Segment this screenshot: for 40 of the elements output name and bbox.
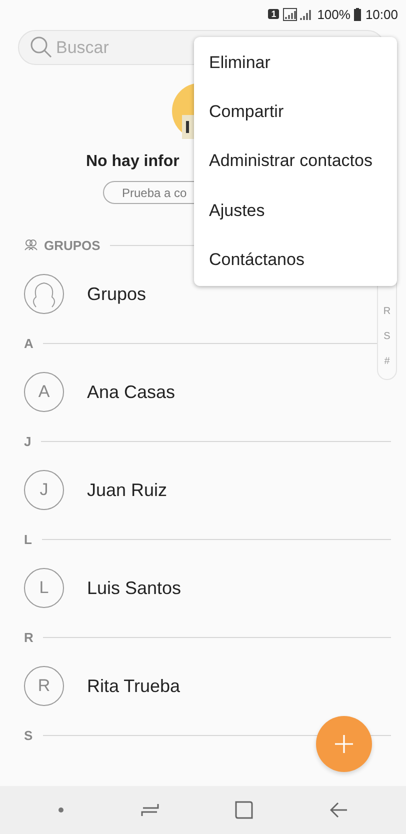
section-letter: L [24,532,32,546]
menu-item[interactable]: Administrar contactos [194,136,397,186]
plus-icon [334,734,354,754]
battery-icon [354,8,362,20]
contact-name: Rita Trueba [87,676,180,696]
contact-avatar: L [24,568,64,608]
contact-name: Juan Ruiz [87,480,168,500]
contact-name: Grupos [87,284,146,304]
contact-avatar: J [24,470,64,510]
index-letter: R [383,306,391,317]
groups-icon [24,239,38,251]
recent-apps-icon[interactable] [140,803,159,817]
section-header: GRUPOS [44,238,100,252]
search-icon [30,36,52,58]
menu-item[interactable]: Compartir [194,87,397,137]
person-avatar-icon [24,274,64,314]
signal-icon [283,8,314,20]
section-letter: A [24,336,34,350]
index-letter: # [384,356,390,367]
back-icon[interactable] [330,802,348,818]
contact-row[interactable]: J Juan Ruiz [0,453,370,527]
contact-name: Luis Santos [87,578,182,598]
section-letter: S [24,728,33,742]
menu-item[interactable]: Eliminar [194,38,397,88]
home-icon[interactable] [235,801,254,819]
menu-item[interactable]: Ajustes [194,186,397,236]
section-letter: R [24,630,34,644]
contact-row[interactable]: R Rita Trueba [0,649,370,723]
section-letter: J [24,434,32,448]
dot-icon [58,807,64,813]
empty-title: No hay infor [86,153,180,171]
contact-avatar: R [24,666,64,706]
contact-name: Ana Casas [87,382,176,402]
contact-avatar: A [24,372,64,412]
sim-badge: 1 [268,9,280,19]
clock: 10:00 [365,6,398,22]
battery-percent: 100% [317,6,350,22]
contact-row[interactable]: A Ana Casas [0,355,370,429]
index-letter: S [384,331,390,342]
contact-row[interactable]: L Luis Santos [0,551,370,625]
